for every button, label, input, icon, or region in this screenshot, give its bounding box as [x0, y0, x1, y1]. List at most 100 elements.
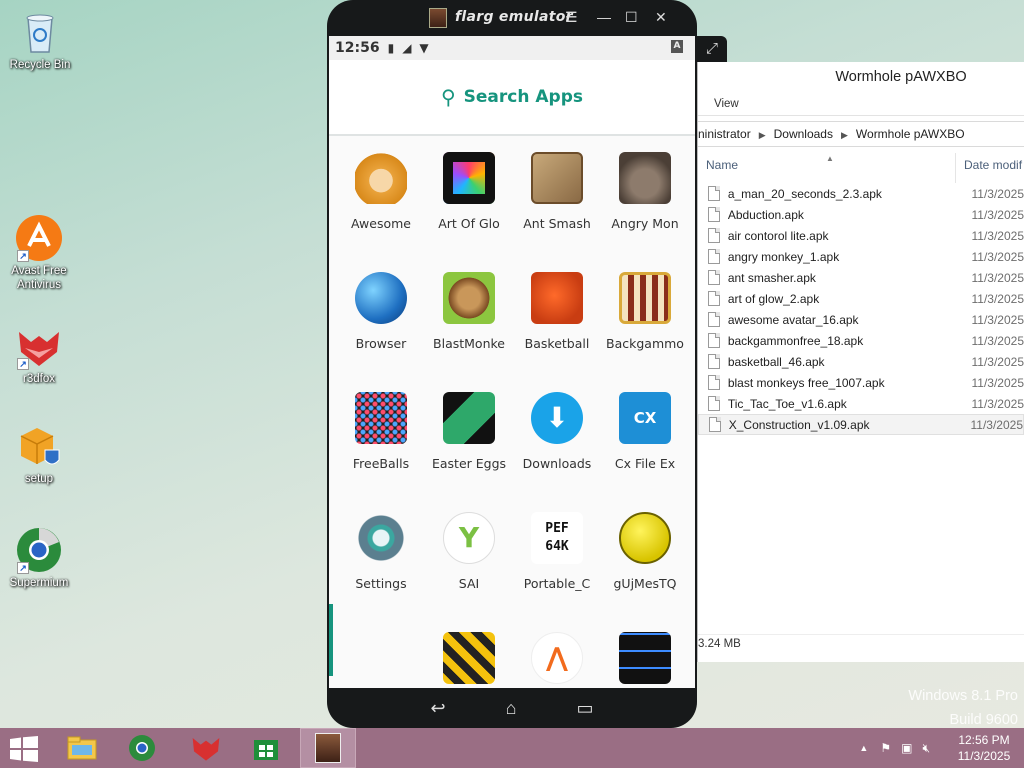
- app-awesome[interactable]: Awesome: [337, 152, 425, 231]
- desktop-icon-avast[interactable]: ↗ Avast Free Antivirus: [1, 214, 77, 292]
- avast-icon: ↗: [15, 214, 63, 262]
- file-row[interactable]: blast monkeys free_1007.apk 11/3/2025: [698, 372, 1024, 393]
- app-tic-tac-toe[interactable]: [601, 632, 689, 688]
- app-downloads[interactable]: ⬇ Downloads: [513, 392, 601, 471]
- app-logo-icon: ⋀: [531, 632, 583, 684]
- app-basketball[interactable]: Basketball: [513, 272, 601, 351]
- x-construction-icon: [443, 632, 495, 684]
- app-label: gUjMesTQ: [613, 576, 677, 591]
- breadcrumb-item[interactable]: Wormhole pAWXBO: [856, 127, 965, 141]
- clock-time: 12:56 PM: [958, 733, 1010, 747]
- desktop-icon-label: r3dfox: [23, 373, 55, 385]
- network-icon[interactable]: ▣: [901, 741, 912, 755]
- desktop-icon-supermium[interactable]: ↗ Supermium: [1, 526, 77, 590]
- back-button-icon[interactable]: ↩: [431, 698, 446, 719]
- action-center-flag-icon[interactable]: ⚑: [880, 741, 891, 755]
- taskbar-supermium[interactable]: [114, 728, 170, 768]
- status-size: 3.24 MB: [698, 638, 741, 650]
- basketball-icon: [531, 272, 583, 324]
- flarg-emulator-icon: [315, 733, 341, 763]
- app-ant-smash[interactable]: Ant Smash: [513, 152, 601, 231]
- android-status-bar: 12:56 ▮ ◢ ▼ A: [329, 36, 695, 60]
- app-backgammon[interactable]: Backgammo: [601, 272, 689, 351]
- app-art-of-glow[interactable]: Art Of Glo: [425, 152, 513, 231]
- address-bar[interactable]: ninistrator ▶ Downloads ▶ Wormhole pAWXBO: [698, 121, 1024, 147]
- app-cx-file-explorer[interactable]: CX Cx File Ex: [601, 392, 689, 471]
- file-list: a_man_20_seconds_2.3.apk 11/3/2025 Abduct…: [698, 183, 1024, 435]
- file-icon: [708, 228, 720, 243]
- file-name: ant smasher.apk: [727, 270, 816, 285]
- file-row[interactable]: air contorol lite.apk 11/3/2025: [698, 225, 1024, 246]
- android-nav-bar: ↩ ⌂ ▭: [327, 688, 697, 728]
- blast-monkeys-icon: [443, 272, 495, 324]
- file-row[interactable]: Tic_Tac_Toe_v1.6.apk 11/3/2025: [698, 393, 1024, 414]
- ribbon-tab-view[interactable]: View: [714, 98, 739, 110]
- breadcrumb-separator-icon: ▶: [840, 130, 848, 140]
- file-date: 11/3/2025: [971, 396, 1024, 411]
- file-name: Tic_Tac_Toe_v1.6.apk: [727, 396, 847, 411]
- taskbar-r3dfox[interactable]: [178, 728, 234, 768]
- app-easter-eggs[interactable]: Easter Eggs: [425, 392, 513, 471]
- file-explorer-icon: [67, 736, 97, 760]
- volume-muted-icon[interactable]: 🔇︎: [922, 741, 930, 756]
- shortcut-arrow-icon: ↗: [17, 358, 29, 370]
- file-date: 11/3/2025: [971, 375, 1024, 390]
- app-label: Settings: [355, 576, 407, 591]
- taskbar-flarg-emulator[interactable]: [300, 728, 356, 768]
- ant-smasher-icon: [531, 152, 583, 204]
- desktop-icon-r3dfox[interactable]: ↗ r3dfox: [1, 322, 77, 386]
- file-row[interactable]: Abduction.apk 11/3/2025: [698, 204, 1024, 225]
- menu-icon[interactable]: ☰: [565, 9, 578, 26]
- file-row-selected[interactable]: X_Construction_v1.09.apk 11/3/2025: [698, 414, 1024, 435]
- minimize-button[interactable]: —: [597, 9, 611, 25]
- app-gujmestq[interactable]: gUjMesTQ: [601, 512, 689, 591]
- file-row[interactable]: angry monkey_1.apk 11/3/2025: [698, 246, 1024, 267]
- file-row[interactable]: art of glow_2.apk 11/3/2025: [698, 288, 1024, 309]
- app-settings[interactable]: Settings: [337, 512, 425, 591]
- taskbar-file-explorer[interactable]: [54, 728, 110, 768]
- app-sai[interactable]: Y SAI: [425, 512, 513, 591]
- file-row[interactable]: basketball_46.apk 11/3/2025: [698, 351, 1024, 372]
- wifi-icon: ▼: [419, 41, 429, 55]
- close-button[interactable]: ✕: [655, 9, 667, 26]
- file-icon: [708, 354, 720, 369]
- column-header-date[interactable]: Date modif: [956, 153, 1022, 183]
- home-button-icon[interactable]: ⌂: [506, 698, 517, 719]
- maximize-button[interactable]: ☐: [625, 9, 638, 26]
- start-button[interactable]: [10, 736, 38, 762]
- windows-watermark: Windows 8.1 Pro Build 9600: [908, 684, 1018, 732]
- keyboard-indicator-icon: A: [671, 40, 683, 53]
- battery-icon: ▮: [387, 41, 395, 55]
- desktop-icon-label: Avast Free Antivirus: [11, 265, 67, 291]
- show-hidden-icons-icon[interactable]: ▲: [859, 743, 868, 753]
- file-date: 11/3/2025: [971, 354, 1024, 369]
- file-row[interactable]: a_man_20_seconds_2.3.apk 11/3/2025: [698, 183, 1024, 204]
- breadcrumb-item[interactable]: ninistrator: [698, 127, 751, 141]
- file-date: 11/3/2025: [971, 291, 1024, 306]
- app-freeballs[interactable]: FreeBalls: [337, 392, 425, 471]
- desktop-icon-setup[interactable]: setup: [1, 422, 77, 486]
- expand-icon[interactable]: ⤢: [697, 36, 727, 62]
- emulator-titlebar[interactable]: flarg emulator ☰ — ☐ ✕: [327, 0, 697, 36]
- recents-button-icon[interactable]: ▭: [576, 698, 593, 719]
- app-portable-c[interactable]: PEF 64K Portable_C: [513, 512, 601, 591]
- file-row[interactable]: awesome avatar_16.apk 11/3/2025: [698, 309, 1024, 330]
- app-x-construction[interactable]: [425, 632, 513, 688]
- file-date: 11/3/2025: [971, 249, 1024, 264]
- smiley-icon: [619, 512, 671, 564]
- taskbar-store[interactable]: [238, 728, 294, 768]
- search-apps-bar[interactable]: ⚲ Search Apps: [329, 60, 695, 136]
- breadcrumb-item[interactable]: Downloads: [774, 127, 833, 141]
- android-screen: 12:56 ▮ ◢ ▼ A ⚲ Search Apps Awesome Art …: [329, 36, 695, 688]
- app-blast-monkeys[interactable]: BlastMonke: [425, 272, 513, 351]
- app-angry-monkey[interactable]: Angry Mon: [601, 152, 689, 231]
- app-unnamed[interactable]: ⋀: [513, 632, 601, 688]
- desktop-icon-recycle-bin[interactable]: Recycle Bin: [2, 8, 78, 72]
- file-row[interactable]: backgammonfree_18.apk 11/3/2025: [698, 330, 1024, 351]
- file-row[interactable]: ant smasher.apk 11/3/2025: [698, 267, 1024, 288]
- clock[interactable]: 12:56 PM 11/3/2025: [944, 732, 1024, 764]
- scroll-indicator[interactable]: [329, 604, 333, 676]
- app-browser[interactable]: Browser: [337, 272, 425, 351]
- file-icon: [708, 186, 720, 201]
- app-label: Awesome: [351, 216, 411, 231]
